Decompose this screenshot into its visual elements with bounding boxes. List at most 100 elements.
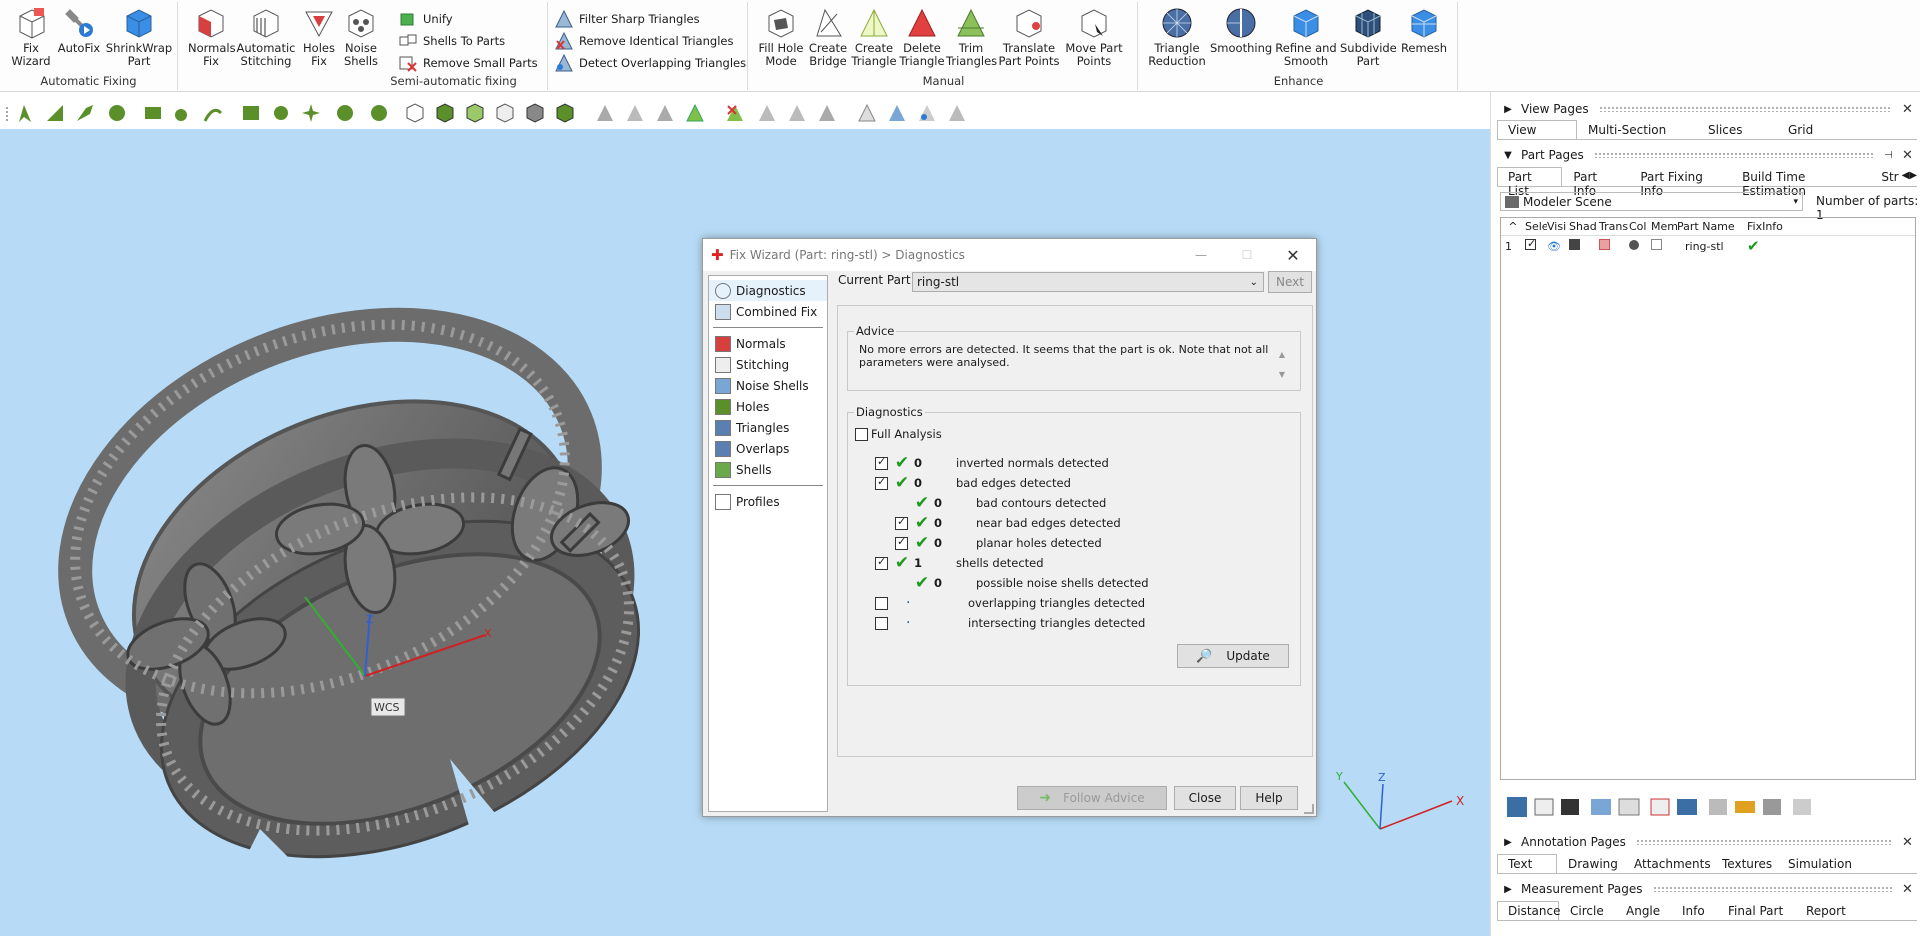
trim-triangles-button[interactable]: Trim Triangles — [946, 6, 997, 68]
fill-hole-mode-button[interactable]: Fill Hole Mode — [756, 6, 806, 68]
tab-grid[interactable]: Grid — [1777, 120, 1857, 139]
col-fixinfo[interactable]: FixInfo — [1747, 220, 1807, 233]
triangle-color-icon[interactable] — [684, 102, 706, 124]
subdivide-part-button[interactable]: Subdivide Part — [1340, 6, 1397, 68]
triangle-last-icon[interactable] — [946, 102, 968, 124]
tab-part-fixing-info[interactable]: Part Fixing Info — [1629, 167, 1731, 198]
select-sphere-icon[interactable] — [334, 102, 356, 124]
tab-angle[interactable]: Angle — [1615, 901, 1671, 920]
select-all-icon[interactable] — [1561, 799, 1579, 815]
triangle-gray3-icon[interactable] — [654, 102, 676, 124]
remove-identical-triangles-button[interactable]: Remove Identical Triangles — [554, 30, 746, 52]
cube-outline-icon[interactable] — [494, 102, 516, 124]
diag-checkbox[interactable] — [875, 555, 888, 570]
nav-overlaps[interactable]: Overlaps — [709, 438, 827, 459]
tab-info[interactable]: Info — [1671, 901, 1717, 920]
collapse-icon[interactable]: ▼ — [1501, 150, 1515, 161]
automatic-stitching-button[interactable]: Automatic Stitching — [236, 6, 296, 68]
table-row[interactable]: 1 👁 ring-stl ✔ — [1501, 236, 1915, 256]
cube-gray-icon[interactable] — [1763, 799, 1781, 815]
dialog-titlebar[interactable]: ✚ Fix Wizard (Part: ring-stl) > Diagnost… — [703, 239, 1316, 271]
col-visible[interactable]: Visi — [1547, 220, 1569, 233]
diag-checkbox[interactable] — [895, 515, 908, 530]
measurement-pages-header[interactable]: ▶ Measurement Pages ✕ — [1495, 878, 1920, 900]
merge-icon[interactable] — [1677, 799, 1697, 815]
part-pages-header[interactable]: ▼ Part Pages ⊣ ✕ — [1495, 144, 1920, 166]
current-part-select[interactable]: ring-stl ⌄ — [912, 272, 1264, 292]
nav-holes[interactable]: Holes — [709, 396, 827, 417]
scene-dropdown[interactable]: Modeler Scene ▾ — [1500, 192, 1803, 211]
diag-checkbox[interactable] — [875, 455, 888, 470]
tab-report[interactable]: Report — [1795, 901, 1855, 920]
diag-checkbox[interactable] — [875, 596, 888, 610]
tab-slices[interactable]: Slices — [1697, 120, 1777, 139]
sort-icon[interactable]: ^ — [1501, 220, 1525, 233]
select-plane-icon[interactable] — [240, 102, 262, 124]
close-icon[interactable]: ✕ — [1902, 102, 1916, 117]
duplicate-icon[interactable] — [1591, 799, 1611, 815]
col-shading[interactable]: Shad — [1569, 220, 1599, 233]
diag-checkbox[interactable] — [875, 475, 888, 490]
col-transparency[interactable]: Trans — [1599, 220, 1629, 233]
nav-profiles[interactable]: Profiles — [709, 491, 827, 512]
remove-small-parts-button[interactable]: Remove Small Parts — [398, 52, 538, 74]
minimize-icon[interactable]: — — [1178, 248, 1224, 262]
diag-checkbox[interactable] — [875, 616, 888, 630]
triangle-delete-icon[interactable] — [724, 102, 746, 124]
normals-fix-button[interactable]: Normals Fix — [188, 6, 236, 68]
tab-multi-section[interactable]: Multi-Section — [1577, 120, 1697, 139]
col-color[interactable]: Col — [1629, 220, 1651, 233]
tab-scroll-left-icon[interactable]: ◀ — [1902, 167, 1910, 186]
expand-icon[interactable]: ▶ — [1501, 837, 1515, 848]
select-arrow-icon[interactable] — [14, 102, 36, 124]
shrinkwrap-button[interactable]: ShrinkWrap Part — [104, 6, 174, 68]
diag-checkbox[interactable] — [895, 535, 908, 550]
create-bridge-button[interactable]: Create Bridge — [806, 6, 850, 68]
move-part-points-button[interactable]: Move Part Points — [1062, 6, 1126, 68]
select-lasso-icon[interactable] — [74, 102, 96, 124]
triangle-reduction-button[interactable]: Triangle Reduction — [1146, 6, 1208, 68]
shading-icon[interactable] — [1569, 239, 1599, 253]
refine-smooth-button[interactable]: Refine and Smooth — [1274, 6, 1338, 68]
holes-fix-button[interactable]: Holes Fix — [298, 6, 340, 68]
nav-stitching[interactable]: Stitching — [709, 354, 827, 375]
cube-invert-icon[interactable] — [524, 102, 546, 124]
follow-advice-button[interactable]: ➜ Follow Advice — [1017, 786, 1167, 810]
triangle-outline-icon[interactable] — [856, 102, 878, 124]
select-box-icon[interactable] — [142, 102, 164, 124]
select-triangle-icon[interactable] — [44, 102, 66, 124]
advice-textbox[interactable]: No more errors are detected. It seems th… — [853, 341, 1295, 387]
tab-view[interactable]: View — [1497, 120, 1577, 139]
col-select[interactable]: Sele — [1525, 220, 1547, 233]
tab-attachments[interactable]: Attachments — [1623, 854, 1711, 873]
close-icon[interactable]: ✕ — [1902, 148, 1916, 163]
tab-build-time[interactable]: Build Time Estimation — [1731, 167, 1870, 198]
tab-str[interactable]: Str — [1870, 167, 1901, 186]
nav-triangles[interactable]: Triangles — [709, 417, 827, 438]
nav-noise-shells[interactable]: Noise Shells — [709, 375, 827, 396]
triangle-pin-icon[interactable] — [916, 102, 938, 124]
tab-textures[interactable]: Textures — [1711, 854, 1777, 873]
close-button[interactable]: Close — [1174, 786, 1236, 810]
nav-normals[interactable]: Normals — [709, 333, 827, 354]
remesh-button[interactable]: Remesh — [1398, 6, 1450, 55]
triangle-gray2-icon[interactable] — [624, 102, 646, 124]
close-icon[interactable]: ✕ — [1902, 882, 1916, 897]
filter-sharp-triangles-button[interactable]: Filter Sharp Triangles — [554, 8, 746, 30]
select-wheel-icon[interactable] — [368, 102, 390, 124]
autofix-button[interactable]: AutoFix — [56, 6, 102, 55]
transparency-icon[interactable] — [1599, 239, 1629, 253]
ruler-icon[interactable] — [1735, 801, 1755, 813]
triangle-tool3-icon[interactable] — [816, 102, 838, 124]
nav-diagnostics[interactable]: Diagnostics — [709, 280, 827, 301]
col-part-name[interactable]: Part Name — [1677, 220, 1747, 233]
next-button[interactable]: Next — [1268, 271, 1312, 293]
delete-part-icon[interactable] — [1650, 798, 1670, 816]
tab-drawing[interactable]: Drawing — [1557, 854, 1623, 873]
view-pages-header[interactable]: ▶ View Pages ✕ — [1495, 98, 1920, 120]
resize-grip-icon[interactable] — [1304, 804, 1314, 814]
triangle-tool2-icon[interactable] — [786, 102, 808, 124]
select-curve-icon[interactable] — [202, 102, 224, 124]
color-icon[interactable] — [1629, 239, 1651, 253]
expand-icon[interactable]: ▶ — [1501, 104, 1515, 115]
